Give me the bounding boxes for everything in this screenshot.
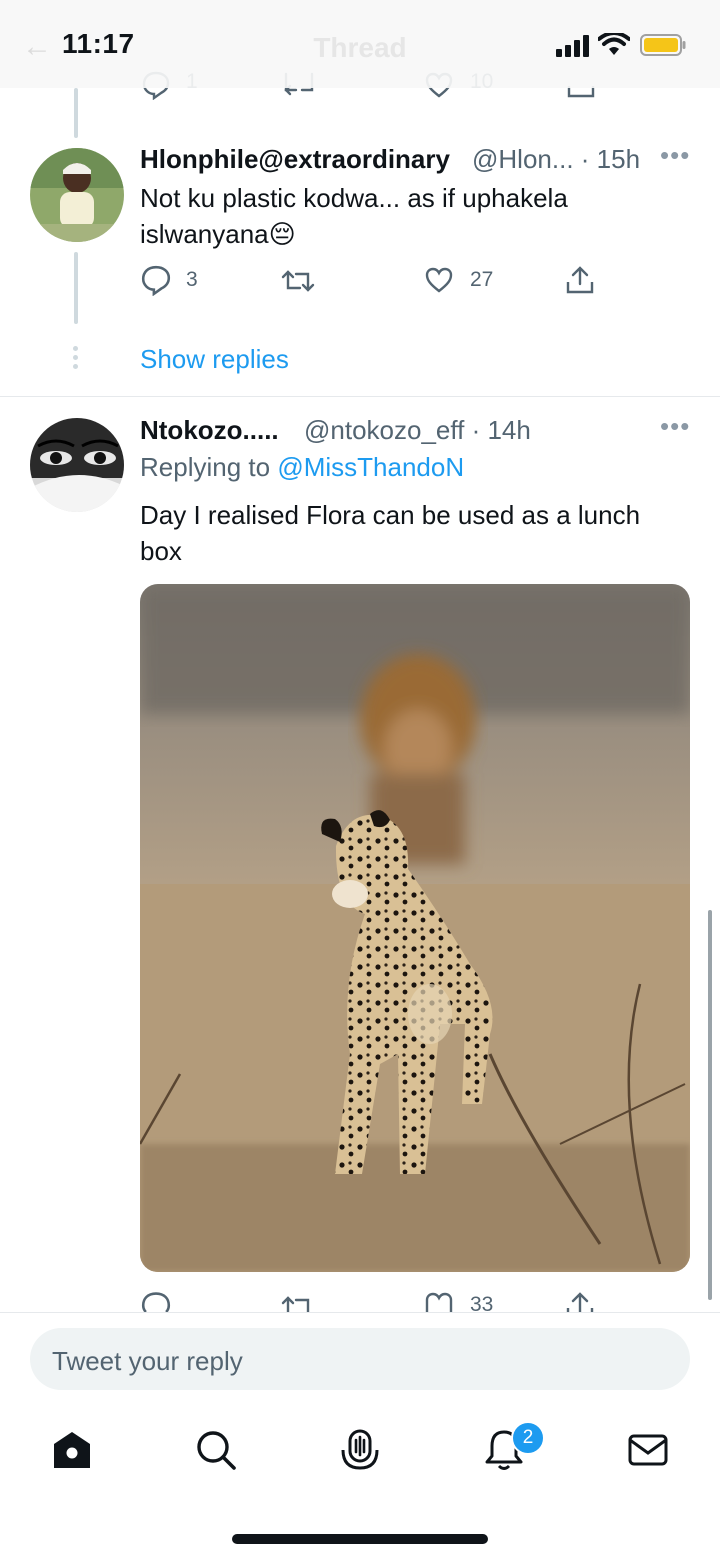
reply-icon[interactable] — [140, 1290, 172, 1312]
cheetah-lion-photo-icon — [140, 584, 690, 1272]
thread-line — [74, 252, 78, 324]
scrollbar[interactable] — [708, 910, 712, 1300]
author-handle-time: @ntokozo_eff · 14h — [304, 415, 531, 445]
home-indicator[interactable] — [232, 1534, 488, 1544]
wifi-icon — [598, 33, 630, 55]
divider — [0, 396, 720, 397]
author-name[interactable]: Hlonphile@extraordinary — [140, 144, 450, 175]
like-count: 27 — [470, 268, 494, 291]
share-icon[interactable] — [565, 264, 595, 296]
home-icon[interactable] — [50, 1428, 94, 1472]
thread-dots-icon — [73, 346, 79, 373]
reply-icon[interactable] — [140, 264, 172, 296]
cell-signal-icon — [556, 35, 589, 57]
reply-count: 3 — [186, 268, 198, 291]
battery-icon — [640, 34, 686, 56]
avatar[interactable] — [30, 418, 124, 512]
like-icon[interactable] — [424, 265, 454, 295]
search-icon[interactable] — [194, 1428, 238, 1472]
replying-to-handle[interactable]: @MissThandoN — [277, 452, 464, 482]
show-replies-link[interactable]: Show replies — [140, 344, 289, 375]
tweet-text: Not ku plastic kodwa... as if uphakela i… — [140, 183, 568, 249]
spaces-icon[interactable] — [338, 1428, 382, 1472]
retweet-icon[interactable] — [280, 1292, 316, 1312]
thread-line-top — [74, 88, 78, 138]
like-icon[interactable] — [424, 1290, 454, 1312]
tweet-photo[interactable] — [140, 584, 690, 1272]
baby-photo-icon — [30, 148, 124, 242]
author-name[interactable]: Ntokozo..... — [140, 415, 279, 446]
author-handle-time: @Hlon... · 15h — [472, 144, 641, 174]
status-time: 11:17 — [62, 28, 135, 59]
divider — [0, 1312, 720, 1313]
messages-icon[interactable] — [626, 1428, 670, 1472]
share-icon[interactable] — [565, 1290, 595, 1312]
avatar[interactable] — [30, 148, 124, 242]
reply-input[interactable]: Tweet your reply — [30, 1328, 690, 1390]
retweet-icon[interactable] — [280, 266, 316, 296]
notification-badge: 2 — [511, 1421, 545, 1455]
reply-placeholder: Tweet your reply — [52, 1346, 243, 1376]
more-options-icon[interactable]: ••• — [660, 411, 690, 442]
more-options-icon[interactable]: ••• — [660, 140, 690, 171]
tweet-text: Day I realised Flora can be used as a lu… — [140, 500, 641, 566]
header-bar: ← Thread 11:17 — [0, 0, 720, 88]
replying-to-line: Replying to @MissThandoN — [140, 452, 464, 483]
eyes-photo-icon — [30, 418, 124, 512]
replying-to-label: Replying to — [140, 452, 278, 482]
